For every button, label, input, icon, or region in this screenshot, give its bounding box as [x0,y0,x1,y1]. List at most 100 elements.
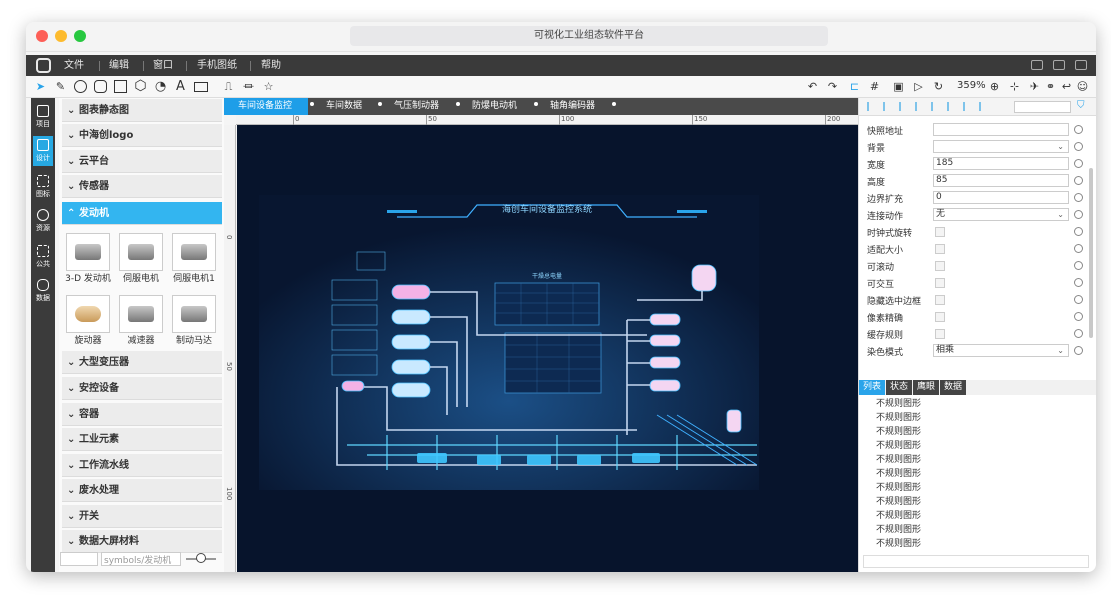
back-icon[interactable]: ↩ [1060,80,1073,93]
save-icon[interactable]: ▣ [892,80,905,93]
link-icon[interactable] [1074,278,1083,287]
align-top-icon[interactable] [915,102,924,111]
property-checkbox[interactable] [935,329,945,339]
category-logo[interactable]: ⌄ 中海创logo [62,124,222,147]
category-switch[interactable]: ⌄ 开关 [62,505,222,528]
tab-air-brake[interactable]: 气压制动器 [380,98,460,115]
list-item[interactable]: 不规则图形 [876,494,921,507]
tab-encoder[interactable]: 轴角编码器 [536,98,616,115]
symbol-3d-engine[interactable]: 3-D 发动机 [64,233,112,284]
link-icon[interactable] [1074,193,1083,202]
symbol-reducer[interactable]: 减速器 [117,295,165,346]
connector-tool-icon[interactable]: ⎍ [222,80,235,93]
snap-icon[interactable]: ⊏ [848,80,861,93]
list-item[interactable]: 不规则图形 [876,480,921,493]
link-icon[interactable] [1074,244,1083,253]
symbol-servo-motor-1[interactable]: 伺服电机1 [170,233,218,284]
property-select[interactable]: 无 ⌄ [933,208,1069,221]
link-icon[interactable] [1074,295,1083,304]
category-chart-static[interactable]: ⌄ 图表静态图 [62,99,222,122]
property-checkbox[interactable] [935,312,945,322]
property-input[interactable] [933,123,1069,136]
list-filter-input[interactable] [863,555,1089,568]
property-input[interactable]: 85 [933,174,1069,187]
text-tool-icon[interactable]: A [174,80,187,93]
list-item[interactable]: 不规则图形 [876,508,921,521]
link-icon[interactable] [1074,125,1083,134]
list-item[interactable]: 不规则图形 [876,424,921,437]
tab-data[interactable]: 数据 [940,380,967,395]
symbol-path-input[interactable]: symbols/发动机 [101,552,181,566]
category-sensor[interactable]: ⌄ 传感器 [62,175,222,198]
align-search-input[interactable] [1014,101,1071,113]
nav-icons[interactable]: 图标 [33,172,53,202]
hexagon-tool-icon[interactable]: ⬡ [134,79,147,93]
slider-knob[interactable] [196,553,206,563]
properties-scrollbar[interactable] [1089,168,1093,338]
zoom-level[interactable]: 359% [957,80,986,91]
undo-icon[interactable]: ↶ [806,80,819,93]
nav-resources[interactable]: 资源 [33,206,53,236]
nav-project[interactable]: 项目 [33,102,53,132]
filter-icon[interactable]: ⛉ [1077,100,1086,111]
property-checkbox[interactable] [935,227,945,237]
align-left-icon[interactable] [867,102,876,111]
link-icon[interactable] [1074,261,1083,270]
tab-close-icon[interactable] [612,102,616,106]
shape-tool-icon[interactable]: ◔ [154,80,167,93]
link-icon[interactable] [1074,346,1083,355]
align-bottom-icon[interactable] [947,102,956,111]
property-checkbox[interactable] [935,244,945,254]
pen-tool-icon[interactable]: ✎ [54,80,67,93]
pipe-tool-icon[interactable]: ⏛ [242,80,255,93]
symbol-brake-motor[interactable]: 制动马达 [170,295,218,346]
align-middle-icon[interactable] [931,102,940,111]
property-checkbox[interactable] [935,278,945,288]
symbol-servo-motor[interactable]: 伺服电机 [117,233,165,284]
image-tool-icon[interactable] [194,82,208,92]
menu-window[interactable]: 窗口 [153,55,173,76]
link-icon[interactable] [1074,312,1083,321]
list-item[interactable]: 不规则图形 [876,396,921,409]
link-icon[interactable] [1074,142,1083,151]
share-icon[interactable]: ⚭ [1044,80,1057,93]
category-transformer[interactable]: ⌄ 大型变压器 [62,351,222,374]
minimize-window-button[interactable] [55,30,67,42]
star-tool-icon[interactable]: ☆ [262,80,275,93]
redo-icon[interactable]: ↷ [826,80,839,93]
menu-edit[interactable]: 编辑 [109,55,129,76]
window-icon[interactable] [1053,60,1065,70]
menu-help[interactable]: 帮助 [261,55,281,76]
circle-tool-icon[interactable] [74,80,87,93]
tab-workshop-data[interactable]: 车间数据 [312,98,382,115]
nav-design[interactable]: 设计 [33,136,53,166]
category-container[interactable]: ⌄ 容器 [62,403,222,426]
user-icon[interactable]: ☺ [1076,80,1089,93]
category-industrial[interactable]: ⌄ 工业元素 [62,428,222,451]
symbol-rotator[interactable]: 旋动器 [64,295,112,346]
category-wastewater[interactable]: ⌄ 废水处理 [62,479,222,502]
menu-mobile-drawing[interactable]: 手机图纸 [197,55,237,76]
rect-tool-icon[interactable] [114,80,127,93]
window-icon[interactable] [1031,60,1043,70]
list-item[interactable]: 不规则图形 [876,536,921,549]
nav-data[interactable]: 数据 [33,276,53,306]
property-checkbox[interactable] [935,261,945,271]
property-select[interactable]: 相乘 ⌄ [933,344,1069,357]
list-item[interactable]: 不规则图形 [876,452,921,465]
close-window-button[interactable] [36,30,48,42]
refresh-icon[interactable]: ↻ [932,80,945,93]
send-icon[interactable]: ✈ [1028,80,1041,93]
link-icon[interactable] [1074,210,1083,219]
nav-public[interactable]: 公共 [33,242,53,272]
category-bigscreen[interactable]: ⌄ 数据大屏材料 [62,530,222,553]
link-icon[interactable] [1074,176,1083,185]
tab-list[interactable]: 列表 [859,380,886,395]
pointer-tool-icon[interactable]: ➤ [34,80,47,93]
link-icon[interactable] [1074,159,1083,168]
filter-input[interactable] [60,552,98,566]
link-icon[interactable] [1074,329,1083,338]
align-center-icon[interactable] [883,102,892,111]
play-icon[interactable]: ▷ [912,80,925,93]
tab-explosion-proof-motor[interactable]: 防爆电动机 [458,98,538,115]
